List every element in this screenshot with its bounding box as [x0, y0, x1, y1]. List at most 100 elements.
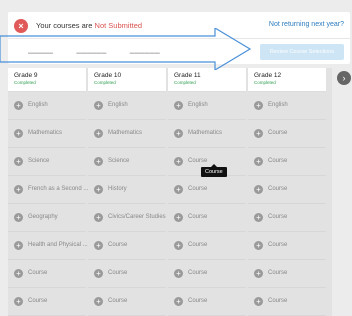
- course-label: Course: [188, 242, 208, 248]
- course-cell[interactable]: + Course: [88, 288, 166, 316]
- plus-circle-icon: +: [14, 129, 23, 138]
- course-cell[interactable]: + English: [248, 92, 326, 120]
- course-label: English: [108, 102, 128, 108]
- course-cell[interactable]: + Mathematics: [88, 120, 166, 148]
- course-cell[interactable]: + Mathematics: [8, 120, 86, 148]
- grade-status: Completed: [14, 80, 36, 85]
- review-course-selections-button[interactable]: Review Course Selections: [260, 44, 344, 60]
- course-label: English: [268, 102, 288, 108]
- course-cell[interactable]: + English: [8, 92, 86, 120]
- course-label: English: [28, 102, 48, 108]
- grade-header: Grade 9 Completed: [8, 68, 86, 92]
- grade-status: Completed: [94, 80, 116, 85]
- not-returning-link[interactable]: Not returning next year?: [269, 21, 344, 28]
- course-cell[interactable]: + Mathematics: [168, 120, 246, 148]
- grade-header: Grade 11 Completed: [168, 68, 246, 92]
- plus-circle-icon: +: [14, 297, 23, 306]
- course-label: Mathematics: [108, 130, 143, 136]
- plus-circle-icon: +: [174, 297, 183, 306]
- course-label: Civics/Career Studies: [108, 214, 166, 220]
- course-cell[interactable]: + Course: [248, 120, 326, 148]
- plus-circle-icon: +: [174, 157, 183, 166]
- course-label: Science: [108, 158, 130, 164]
- course-cell[interactable]: + Course: [168, 176, 246, 204]
- plus-circle-icon: +: [174, 185, 183, 194]
- course-label: Health and Physical ...: [28, 242, 88, 248]
- course-label: History: [108, 186, 127, 192]
- course-cell[interactable]: + Course: [8, 288, 86, 316]
- plus-circle-icon: +: [14, 213, 23, 222]
- grade-column-9: Grade 9 Completed + English + Mathematics …: [8, 68, 88, 316]
- course-label: Course: [188, 158, 208, 164]
- course-label: Course: [188, 186, 208, 192]
- plus-circle-icon: +: [14, 241, 23, 250]
- annotation-arrow: [0, 28, 252, 70]
- course-cell[interactable]: + Science: [88, 148, 166, 176]
- course-cell[interactable]: + Course: [248, 288, 326, 316]
- course-cell[interactable]: + Course: [248, 176, 326, 204]
- plus-circle-icon: +: [174, 213, 183, 222]
- course-cell[interactable]: + Civics/Career Studies: [88, 204, 166, 232]
- plus-circle-icon: +: [14, 101, 23, 110]
- grade-title: Grade 11: [174, 72, 201, 79]
- course-cell[interactable]: + Course: [88, 232, 166, 260]
- plus-circle-icon: +: [254, 101, 263, 110]
- course-label: Course: [268, 214, 288, 220]
- course-cell[interactable]: + Course: [88, 260, 166, 288]
- grade-title: Grade 10: [94, 72, 122, 79]
- plus-circle-icon: +: [94, 157, 103, 166]
- course-cell[interactable]: + Course: [168, 204, 246, 232]
- course-label: Course: [28, 298, 48, 304]
- grade-status: Completed: [254, 80, 276, 85]
- grade-status: Completed: [174, 80, 196, 85]
- course-label: Course: [108, 242, 128, 248]
- grade-title: Grade 9: [14, 72, 38, 79]
- arrow-right-circle-icon[interactable]: ›: [337, 71, 351, 85]
- course-cell[interactable]: + Course: [248, 148, 326, 176]
- course-cell[interactable]: + Course: [168, 232, 246, 260]
- course-tooltip: Course: [201, 164, 227, 177]
- course-cell[interactable]: + French as a Second ...: [8, 176, 88, 204]
- course-cell[interactable]: + Course: [168, 288, 246, 316]
- course-label: Course: [268, 158, 288, 164]
- grade-header: Grade 12 Completed: [248, 68, 326, 92]
- grade-grid: Grade 9 Completed + English + Mathematics …: [8, 68, 332, 316]
- plus-circle-icon: +: [174, 241, 183, 250]
- plus-circle-icon: +: [14, 157, 23, 166]
- plus-circle-icon: +: [94, 297, 103, 306]
- course-cell[interactable]: + English: [88, 92, 166, 120]
- plus-circle-icon: +: [94, 213, 103, 222]
- plus-circle-icon: +: [94, 129, 103, 138]
- course-cell[interactable]: + Health and Physical ...: [8, 232, 88, 260]
- course-label: Mathematics: [28, 130, 63, 136]
- course-cell[interactable]: + Course: [248, 260, 326, 288]
- plus-circle-icon: +: [254, 129, 263, 138]
- course-planner-page: × Your courses are Not Submitted Not ret…: [0, 0, 352, 316]
- course-label: Course: [268, 242, 288, 248]
- grade-column-12: Grade 12 Completed + English + Course + Cou…: [248, 68, 326, 316]
- grade-header: Grade 10 Completed: [88, 68, 166, 92]
- plus-circle-icon: +: [94, 269, 103, 278]
- plus-circle-icon: +: [254, 185, 263, 194]
- course-label: Course: [268, 298, 288, 304]
- plus-circle-icon: +: [254, 297, 263, 306]
- course-cell[interactable]: + Course: [248, 204, 326, 232]
- course-label: Course: [268, 270, 288, 276]
- course-cell[interactable]: + Course: [8, 260, 86, 288]
- grade-column-10: Grade 10 Completed + English + Mathematics…: [88, 68, 166, 316]
- course-label: Course: [268, 130, 288, 136]
- course-cell[interactable]: + Geography: [8, 204, 86, 232]
- plus-circle-icon: +: [94, 101, 103, 110]
- plus-circle-icon: +: [174, 129, 183, 138]
- course-cell[interactable]: + English: [168, 92, 246, 120]
- course-label: Course: [188, 214, 208, 220]
- course-cell[interactable]: + History: [88, 176, 166, 204]
- course-cell[interactable]: + Course: [248, 232, 326, 260]
- plus-circle-icon: +: [14, 185, 23, 194]
- plus-circle-icon: +: [94, 241, 103, 250]
- course-label: Course: [108, 270, 128, 276]
- plus-circle-icon: +: [254, 241, 263, 250]
- course-cell[interactable]: + Course: [168, 260, 246, 288]
- course-cell[interactable]: + Science: [8, 148, 86, 176]
- plus-circle-icon: +: [254, 269, 263, 278]
